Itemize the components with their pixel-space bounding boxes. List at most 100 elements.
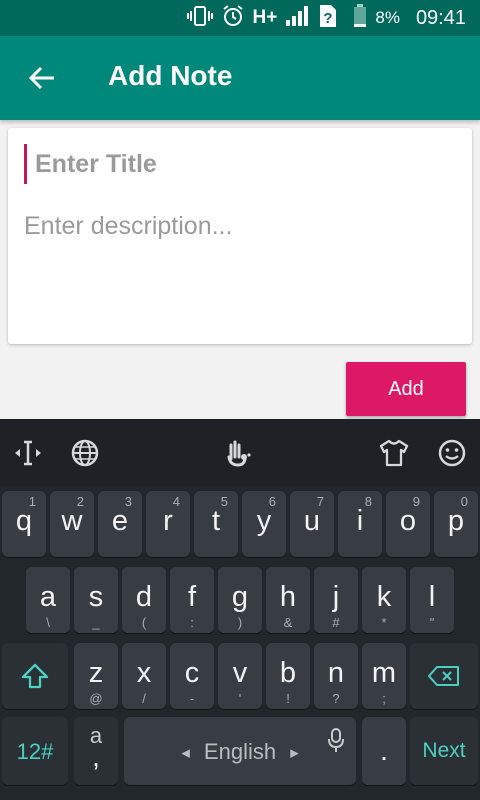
key-c[interactable]: c- xyxy=(170,643,214,709)
key-a[interactable]: a \ xyxy=(26,567,70,633)
key-hint: 3 xyxy=(124,494,132,509)
shift-key[interactable] xyxy=(2,643,68,709)
period-key[interactable]: . xyxy=(362,717,406,785)
key-hint: ( xyxy=(141,615,147,630)
numbers-key[interactable]: 12# xyxy=(2,717,68,785)
space-key[interactable]: ◀ English ▶ xyxy=(124,717,356,785)
punctuation-key[interactable]: a , xyxy=(74,717,118,785)
key-u[interactable]: u7 xyxy=(290,491,334,557)
key-i[interactable]: i8 xyxy=(338,491,382,557)
key-label: e xyxy=(111,505,129,537)
key-hint: ; xyxy=(382,691,386,706)
key-w[interactable]: w2 xyxy=(50,491,94,557)
key-d[interactable]: d( xyxy=(122,567,166,633)
period-key-label: . xyxy=(379,735,389,767)
key-label: z xyxy=(88,657,104,689)
space-key-label: ◀ English ▶ xyxy=(124,739,356,765)
soft-keyboard: q1w2e3r4t5y6u7i8o9p0 a \ s _ d(f: g) h & j # k * l " … xyxy=(0,419,480,800)
key-hint: 6 xyxy=(268,494,276,509)
key-m[interactable]: m; xyxy=(362,643,406,709)
backspace-key[interactable] xyxy=(410,643,478,709)
sim-unknown-icon: ? xyxy=(319,4,337,33)
description-input[interactable] xyxy=(24,212,454,322)
app-bar: Add Note xyxy=(0,36,480,120)
key-label: g xyxy=(231,581,249,613)
key-hint: ' xyxy=(238,691,242,706)
key-label: u xyxy=(303,505,321,537)
key-label: m xyxy=(371,657,397,689)
next-key[interactable]: Next xyxy=(410,717,478,785)
key-hint: * xyxy=(381,615,387,630)
key-k[interactable]: k * xyxy=(362,567,406,633)
alarm-icon xyxy=(221,4,245,33)
key-label: c xyxy=(184,657,200,689)
key-s[interactable]: s _ xyxy=(74,567,118,633)
note-form-card xyxy=(8,128,472,344)
key-hint: : xyxy=(190,615,194,630)
key-v[interactable]: v ' xyxy=(218,643,262,709)
key-label: h xyxy=(279,581,297,613)
key-label: n xyxy=(327,657,345,689)
keyboard-toolbar xyxy=(0,419,480,487)
page-title: Add Note xyxy=(108,60,233,91)
key-h[interactable]: h & xyxy=(266,567,310,633)
key-hint: 9 xyxy=(412,494,420,509)
key-label: t xyxy=(211,505,221,537)
key-z[interactable]: z @ xyxy=(74,643,118,709)
key-f[interactable]: f: xyxy=(170,567,214,633)
language-prev-icon: ◀ xyxy=(181,747,190,760)
key-q[interactable]: q1 xyxy=(2,491,46,557)
key-hint: @ xyxy=(89,691,103,706)
key-label: j xyxy=(332,581,340,613)
text-cursor-icon[interactable] xyxy=(8,433,48,473)
key-hint: # xyxy=(332,615,340,630)
key-n[interactable]: n? xyxy=(314,643,358,709)
key-label: v xyxy=(232,657,248,689)
emoji-icon[interactable] xyxy=(432,433,472,473)
key-x[interactable]: x / xyxy=(122,643,166,709)
numbers-key-label: 12# xyxy=(16,739,54,764)
key-o[interactable]: o9 xyxy=(386,491,430,557)
punctuation-key-bottom: , xyxy=(92,741,100,772)
key-hint: - xyxy=(189,691,195,706)
key-label: i xyxy=(356,505,364,537)
key-label: y xyxy=(256,505,272,537)
vibrate-icon xyxy=(186,5,213,32)
globe-icon[interactable] xyxy=(65,433,105,473)
key-hint: 0 xyxy=(460,494,468,509)
gesture-icon[interactable] xyxy=(218,433,258,473)
key-label: q xyxy=(15,505,33,537)
theme-shirt-icon[interactable] xyxy=(374,433,414,473)
network-type: H+ xyxy=(252,7,278,28)
add-button[interactable]: Add xyxy=(346,362,466,416)
key-e[interactable]: e3 xyxy=(98,491,142,557)
signal-icon xyxy=(285,5,311,32)
key-label: k xyxy=(376,581,392,613)
key-label: p xyxy=(447,505,465,537)
key-hint: " xyxy=(429,615,435,630)
battery-level: 8% xyxy=(375,8,400,27)
key-r[interactable]: r4 xyxy=(146,491,190,557)
key-p[interactable]: p0 xyxy=(434,491,478,557)
key-t[interactable]: t5 xyxy=(194,491,238,557)
key-label: b xyxy=(279,657,297,689)
key-hint: / xyxy=(142,691,146,706)
language-next-icon: ▶ xyxy=(290,747,299,760)
title-input[interactable] xyxy=(24,144,454,184)
key-label: s xyxy=(88,581,104,613)
key-label: w xyxy=(61,505,83,537)
key-hint: 2 xyxy=(76,494,84,509)
key-label: d xyxy=(135,581,153,613)
key-label: o xyxy=(399,505,417,537)
back-button[interactable] xyxy=(18,54,66,102)
svg-text:?: ? xyxy=(324,10,333,27)
key-l[interactable]: l " xyxy=(410,567,454,633)
key-g[interactable]: g) xyxy=(218,567,262,633)
key-label: l xyxy=(428,581,436,613)
key-y[interactable]: y6 xyxy=(242,491,286,557)
backspace-icon xyxy=(428,666,459,686)
arrow-back-icon xyxy=(28,66,54,90)
key-b[interactable]: b! xyxy=(266,643,310,709)
key-label: r xyxy=(163,505,173,537)
key-j[interactable]: j # xyxy=(314,567,358,633)
